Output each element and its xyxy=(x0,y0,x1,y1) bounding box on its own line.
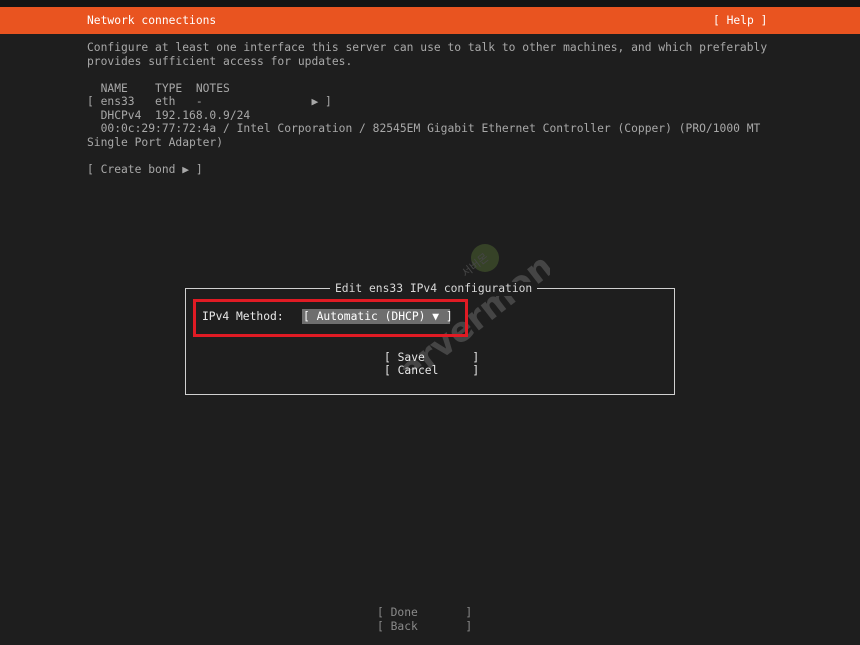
ipv4-method-label: IPv4 Method: xyxy=(202,310,284,323)
done-button[interactable]: [ Done ] xyxy=(377,606,472,620)
page-title: Network connections xyxy=(87,14,217,27)
intro-line-2: provides sufficient access for updates. xyxy=(87,55,353,68)
interface-row-ens33[interactable]: [ ens33 eth - ▶ ] xyxy=(87,95,332,109)
top-strip xyxy=(0,0,860,7)
save-button[interactable]: [ Save ] xyxy=(384,351,479,365)
watermark-logo-icon xyxy=(471,244,499,272)
create-bond-button[interactable]: [ Create bond ▶ ] xyxy=(87,163,203,177)
help-button[interactable]: [ Help ] xyxy=(713,14,767,28)
dialog-title: Edit ens33 IPv4 configuration xyxy=(330,282,538,296)
ipv4-method-select[interactable]: [ Automatic (DHCP) ▼ ] xyxy=(302,309,453,324)
watermark-subtext: 서버몬 xyxy=(459,251,491,280)
header-bar: Network connections [ Help ] xyxy=(0,7,860,34)
interface-dhcp-info: DHCPv4 192.168.0.9/24 xyxy=(87,109,251,122)
back-button[interactable]: [ Back ] xyxy=(377,620,472,634)
interface-hw-info-cont: Single Port Adapter) xyxy=(87,136,224,149)
table-header: NAME TYPE NOTES xyxy=(87,82,230,95)
cancel-button[interactable]: [ Cancel ] xyxy=(384,364,479,378)
interface-hw-info: 00:0c:29:77:72:4a / Intel Corporation / … xyxy=(87,122,761,135)
intro-line-1: Configure at least one interface this se… xyxy=(87,41,768,54)
